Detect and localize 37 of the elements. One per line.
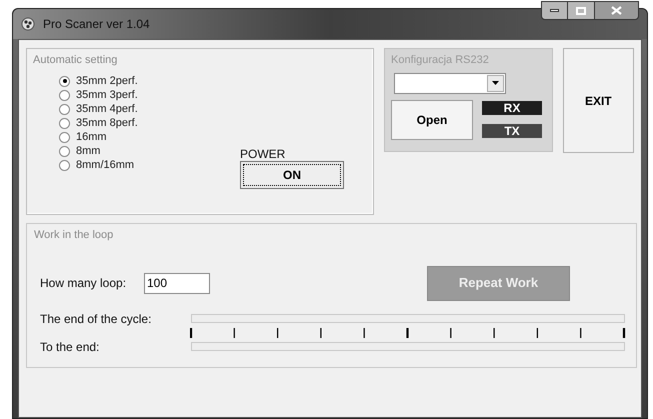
- maximize-button[interactable]: [568, 1, 594, 20]
- group-title: Automatic setting: [33, 53, 118, 68]
- radio-button[interactable]: [59, 146, 70, 156]
- caret-icon: [492, 81, 500, 85]
- progress-label: The end of the cycle:: [40, 310, 152, 328]
- radio-label: 35mm 2perf.: [76, 74, 138, 89]
- field-label: How many loop:: [40, 275, 128, 292]
- close-button[interactable]: [594, 1, 639, 20]
- app-icon: [21, 17, 35, 31]
- indicator-light: RX: [482, 100, 542, 114]
- maximize-icon: [576, 6, 586, 14]
- radio-button[interactable]: [59, 90, 70, 100]
- radio-label: 8mm/16mm: [76, 158, 134, 173]
- port-dropdown[interactable]: [394, 72, 506, 94]
- group-title: Work in the loop: [34, 228, 114, 243]
- open-button[interactable]: Open: [391, 100, 474, 140]
- loop-count-field[interactable]: 100: [144, 272, 210, 294]
- radio-button[interactable]: [59, 76, 70, 86]
- radio-button[interactable]: [59, 104, 70, 114]
- radio-label: 35mm 3perf.: [76, 88, 138, 103]
- power-label: POWER: [240, 146, 286, 163]
- radio-button[interactable]: [59, 160, 70, 170]
- power-button[interactable]: ON: [240, 161, 344, 189]
- radio-label: 8mm: [76, 144, 100, 159]
- exit-button[interactable]: EXIT: [562, 48, 634, 153]
- group-title: Konfiguracja RS232: [391, 53, 490, 68]
- radio-label: 35mm 4perf.: [76, 102, 138, 117]
- radio-button[interactable]: [59, 132, 70, 142]
- radio-button[interactable]: [59, 118, 70, 128]
- progress-label: To the end:: [40, 338, 100, 356]
- minimize-button[interactable]: [541, 1, 568, 20]
- close-icon: [611, 6, 622, 15]
- window-title: Pro Scaner ver 1.04: [43, 16, 150, 33]
- indicator-light: TX: [482, 124, 542, 138]
- radio-label: 16mm: [76, 130, 107, 145]
- radio-label: 35mm 8perf.: [76, 116, 138, 131]
- minimize-icon: [550, 9, 559, 12]
